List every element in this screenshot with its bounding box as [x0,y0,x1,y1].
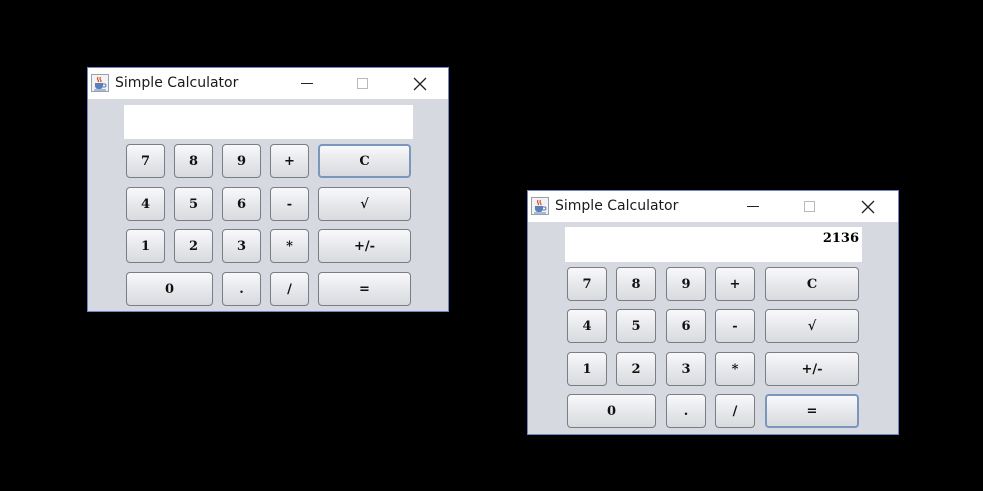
minimize-icon [747,205,759,207]
digit-6-button[interactable]: 6 [666,309,706,343]
decimal-button[interactable]: . [666,394,706,428]
minimize-button[interactable] [284,68,330,99]
calculator-window-1: Simple Calculator 7 8 9 + C 4 5 6 - √ 1 … [87,67,449,312]
square-root-button[interactable]: √ [318,187,411,221]
digit-4-button[interactable]: 4 [126,187,165,221]
equals-button[interactable]: = [765,394,859,428]
digit-1-button[interactable]: 1 [126,229,165,263]
title-bar[interactable]: Simple Calculator [528,191,898,222]
java-coffee-cup-icon [531,197,549,215]
minimize-button[interactable] [730,191,776,222]
maximize-button[interactable] [340,68,386,99]
clear-button[interactable]: C [765,267,859,301]
plus-button[interactable]: + [270,144,309,178]
divide-button[interactable]: / [715,394,755,428]
minus-button[interactable]: - [715,309,755,343]
minimize-icon [301,82,313,84]
calculator-display[interactable]: 2136 [565,227,862,262]
minus-button[interactable]: - [270,187,309,221]
equals-button[interactable]: = [318,272,411,306]
multiply-button[interactable]: * [270,229,309,263]
maximize-icon [804,200,815,212]
digit-9-button[interactable]: 9 [666,267,706,301]
digit-0-button[interactable]: 0 [567,394,656,428]
maximize-button[interactable] [787,191,833,222]
maximize-icon [357,77,368,89]
decimal-button[interactable]: . [222,272,261,306]
multiply-button[interactable]: * [715,352,755,386]
digit-6-button[interactable]: 6 [222,187,261,221]
digit-8-button[interactable]: 8 [174,144,213,178]
digit-1-button[interactable]: 1 [567,352,607,386]
close-button[interactable] [845,191,891,222]
digit-7-button[interactable]: 7 [567,267,607,301]
digit-5-button[interactable]: 5 [616,309,656,343]
close-icon [861,200,875,213]
window-title: Simple Calculator [555,198,679,214]
close-button[interactable] [397,68,443,99]
negate-button[interactable]: +/- [765,352,859,386]
title-bar[interactable]: Simple Calculator [88,68,448,99]
clear-button[interactable]: C [318,144,411,178]
digit-2-button[interactable]: 2 [616,352,656,386]
digit-2-button[interactable]: 2 [174,229,213,263]
negate-button[interactable]: +/- [318,229,411,263]
digit-9-button[interactable]: 9 [222,144,261,178]
digit-0-button[interactable]: 0 [126,272,213,306]
window-title: Simple Calculator [115,75,239,91]
digit-3-button[interactable]: 3 [222,229,261,263]
digit-5-button[interactable]: 5 [174,187,213,221]
close-icon [413,77,427,90]
digit-7-button[interactable]: 7 [126,144,165,178]
divide-button[interactable]: / [270,272,309,306]
digit-8-button[interactable]: 8 [616,267,656,301]
digit-3-button[interactable]: 3 [666,352,706,386]
java-coffee-cup-icon [91,74,109,92]
square-root-button[interactable]: √ [765,309,859,343]
calculator-display[interactable] [124,105,413,139]
digit-4-button[interactable]: 4 [567,309,607,343]
plus-button[interactable]: + [715,267,755,301]
calculator-window-2: Simple Calculator 2136 7 8 9 + C 4 5 6 -… [527,190,899,435]
